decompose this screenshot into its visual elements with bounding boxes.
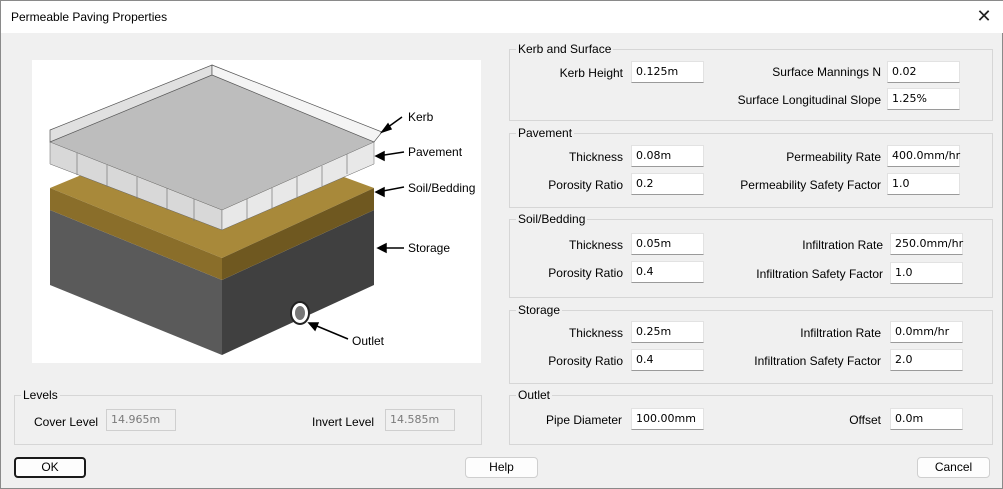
soil-bedding-title: Soil/Bedding: [516, 212, 588, 226]
slope-field[interactable]: 1.25%: [887, 88, 960, 110]
close-icon[interactable]: ✕: [972, 5, 996, 29]
pavement-title: Pavement: [516, 126, 575, 140]
soil-thickness-label: Thickness: [568, 238, 623, 252]
soil-porosity-label: Porosity Ratio: [548, 266, 623, 280]
label-soil-bedding: Soil/Bedding: [408, 181, 476, 195]
label-outlet: Outlet: [352, 334, 385, 348]
kerb-surface-group: Kerb and Surface: [509, 42, 993, 121]
mannings-label: Surface Mannings N: [772, 65, 881, 79]
window-title: Permeable Paving Properties: [11, 10, 168, 24]
soil-infiltration-factor-label: Infiltration Safety Factor: [756, 267, 883, 281]
cover-level-field: 14.965m: [106, 409, 176, 431]
help-button[interactable]: Help: [465, 457, 538, 478]
storage-porosity-label: Porosity Ratio: [548, 354, 623, 368]
soil-infiltration-rate-label: Infiltration Rate: [802, 238, 883, 252]
offset-label: Offset: [849, 413, 881, 427]
cover-level-label: Cover Level: [34, 415, 99, 429]
storage-infiltration-factor-field[interactable]: 2.0: [890, 349, 963, 371]
pipe-diameter-field[interactable]: 100.00mm: [631, 408, 704, 430]
slope-label: Surface Longitudinal Slope: [737, 93, 881, 107]
label-pavement: Pavement: [408, 145, 463, 159]
pipe-diameter-label: Pipe Diameter: [545, 413, 622, 427]
levels-title: Levels: [21, 388, 60, 402]
kerb-height-label: Kerb Height: [559, 66, 623, 80]
permeability-rate-field[interactable]: 400.0mm/hr: [887, 145, 960, 167]
soil-porosity-field[interactable]: 0.4: [631, 261, 704, 283]
pavement-thickness-label: Thickness: [568, 150, 623, 164]
title-bar: Permeable Paving Properties ✕: [1, 1, 1003, 33]
label-kerb: Kerb: [408, 110, 434, 124]
paving-illustration: Kerb Pavement Soil/Bedding Storage Outle…: [32, 60, 481, 363]
pavement-thickness-field[interactable]: 0.08m: [631, 145, 704, 167]
soil-infiltration-rate-field[interactable]: 250.0mm/hr: [890, 233, 963, 255]
pavement-porosity-field[interactable]: 0.2: [631, 173, 704, 195]
storage-infiltration-factor-label: Infiltration Safety Factor: [754, 354, 881, 368]
storage-title: Storage: [516, 303, 563, 317]
storage-porosity-field[interactable]: 0.4: [631, 349, 704, 371]
invert-level-field: 14.585m: [385, 409, 455, 431]
permeability-factor-field[interactable]: 1.0: [887, 173, 960, 195]
soil-thickness-field[interactable]: 0.05m: [631, 233, 704, 255]
kerb-height-field[interactable]: 0.125m: [631, 61, 704, 83]
outlet-title: Outlet: [516, 388, 553, 402]
mannings-field[interactable]: 0.02: [887, 61, 960, 83]
ok-button[interactable]: OK: [14, 457, 86, 478]
levels-group: Levels Cover Level 14.965m Invert Level …: [14, 388, 482, 445]
storage-infiltration-rate-label: Infiltration Rate: [800, 326, 881, 340]
kerb-surface-title: Kerb and Surface: [516, 42, 614, 56]
pavement-porosity-label: Porosity Ratio: [548, 178, 623, 192]
label-storage: Storage: [408, 241, 451, 255]
permeability-factor-label: Permeability Safety Factor: [740, 178, 881, 192]
cancel-button[interactable]: Cancel: [917, 457, 990, 478]
storage-thickness-field[interactable]: 0.25m: [631, 321, 704, 343]
soil-infiltration-factor-field[interactable]: 1.0: [890, 262, 963, 284]
storage-thickness-label: Thickness: [568, 326, 623, 340]
soil-bedding-group: Soil/Bedding: [509, 212, 993, 298]
permeability-rate-label: Permeability Rate: [786, 150, 881, 164]
invert-level-label: Invert Level: [312, 415, 375, 429]
storage-infiltration-rate-field[interactable]: 0.0mm/hr: [890, 321, 963, 343]
offset-field[interactable]: 0.0m: [890, 408, 963, 430]
